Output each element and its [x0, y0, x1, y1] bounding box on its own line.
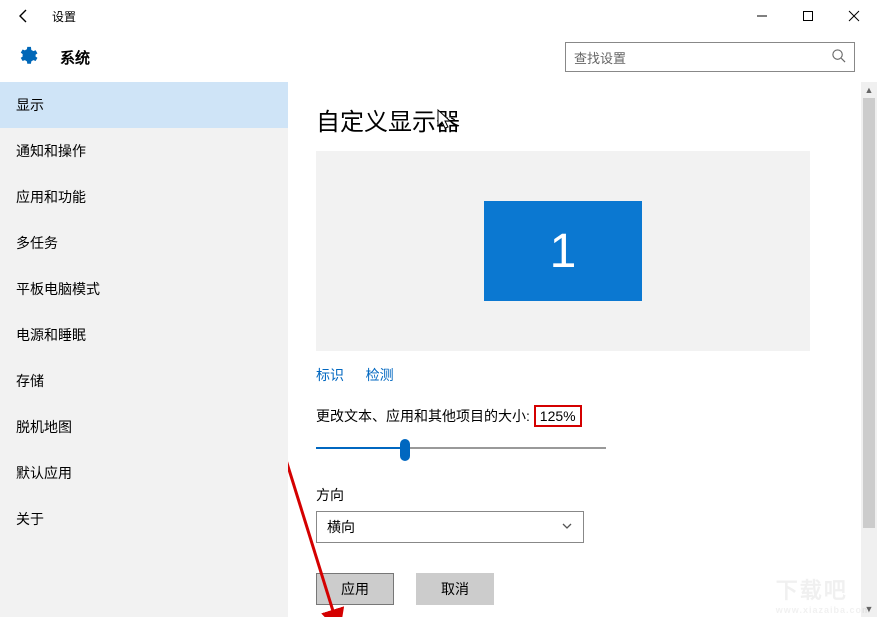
maximize-button[interactable] [785, 0, 831, 32]
sidebar-item-display[interactable]: 显示 [0, 82, 288, 128]
sidebar-item-about[interactable]: 关于 [0, 496, 288, 542]
sidebar-item-power[interactable]: 电源和睡眠 [0, 312, 288, 358]
window-controls [739, 0, 877, 32]
orientation-dropdown[interactable]: 横向 [316, 511, 584, 543]
sidebar-item-notifications[interactable]: 通知和操作 [0, 128, 288, 174]
orientation-value: 横向 [327, 517, 561, 537]
scroll-down-icon[interactable]: ▼ [861, 601, 877, 617]
search-placeholder: 查找设置 [574, 48, 831, 67]
sidebar: 显示 通知和操作 应用和功能 多任务 平板电脑模式 电源和睡眠 存储 脱机地图 … [0, 82, 288, 617]
sidebar-item-defaultapps[interactable]: 默认应用 [0, 450, 288, 496]
scale-label: 更改文本、应用和其他项目的大小: [316, 408, 534, 424]
slider-thumb[interactable] [400, 439, 410, 461]
sidebar-item-apps[interactable]: 应用和功能 [0, 174, 288, 220]
sidebar-item-offlinemaps[interactable]: 脱机地图 [0, 404, 288, 450]
scrollbar-thumb[interactable] [863, 98, 875, 528]
scale-label-row: 更改文本、应用和其他项目的大小: 125% [316, 405, 849, 427]
gear-icon [16, 45, 38, 70]
monitor-1[interactable]: 1 [484, 201, 642, 301]
scale-value: 125% [534, 405, 582, 427]
display-preview[interactable]: 1 [316, 151, 810, 351]
section-title: 系统 [60, 47, 90, 68]
sidebar-item-tablet[interactable]: 平板电脑模式 [0, 266, 288, 312]
button-row: 应用 取消 [316, 573, 849, 605]
orientation-label: 方向 [316, 485, 849, 505]
back-button[interactable] [4, 0, 44, 32]
sidebar-item-multitask[interactable]: 多任务 [0, 220, 288, 266]
window-title: 设置 [52, 8, 76, 25]
content: 显示 通知和操作 应用和功能 多任务 平板电脑模式 电源和睡眠 存储 脱机地图 … [0, 82, 877, 617]
apply-button[interactable]: 应用 [316, 573, 394, 605]
detect-link[interactable]: 检测 [366, 367, 394, 383]
header: 系统 查找设置 [0, 32, 877, 82]
minimize-button[interactable] [739, 0, 785, 32]
display-links: 标识 检测 [316, 365, 849, 385]
scrollbar[interactable]: ▲ ▼ [861, 82, 877, 617]
sidebar-item-storage[interactable]: 存储 [0, 358, 288, 404]
identify-link[interactable]: 标识 [316, 367, 344, 383]
scale-slider[interactable] [316, 435, 606, 463]
slider-fill [316, 447, 406, 449]
search-input[interactable]: 查找设置 [565, 42, 855, 72]
search-icon [831, 48, 846, 66]
scroll-up-icon[interactable]: ▲ [861, 82, 877, 98]
main-panel: 自定义显示器 1 标识 检测 更改文本、应用和其他项目的大小: 125% 方向 … [288, 82, 877, 617]
close-button[interactable] [831, 0, 877, 32]
cancel-button[interactable]: 取消 [416, 573, 494, 605]
page-title: 自定义显示器 [316, 102, 849, 137]
chevron-down-icon [561, 519, 573, 535]
titlebar: 设置 [0, 0, 877, 32]
